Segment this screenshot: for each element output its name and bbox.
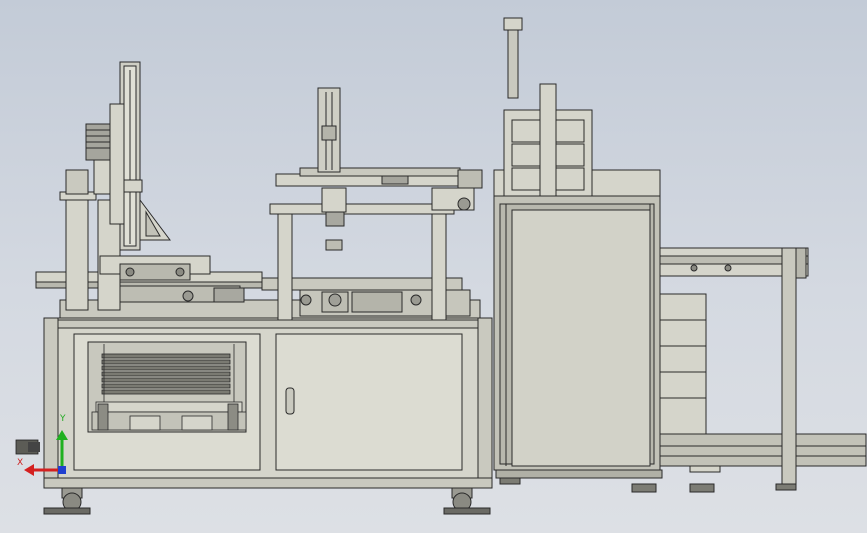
cad-viewport[interactable]: X Y [0, 0, 867, 533]
base-cabinet [43, 317, 493, 489]
right-conveyor [659, 247, 867, 493]
triad-y-label: Y [60, 414, 66, 424]
left-gantry [59, 61, 211, 311]
machine-drawing [15, 17, 867, 515]
right-cabinet [493, 17, 663, 493]
caster-wheels [43, 487, 491, 515]
triad-x-label: X [17, 458, 24, 468]
